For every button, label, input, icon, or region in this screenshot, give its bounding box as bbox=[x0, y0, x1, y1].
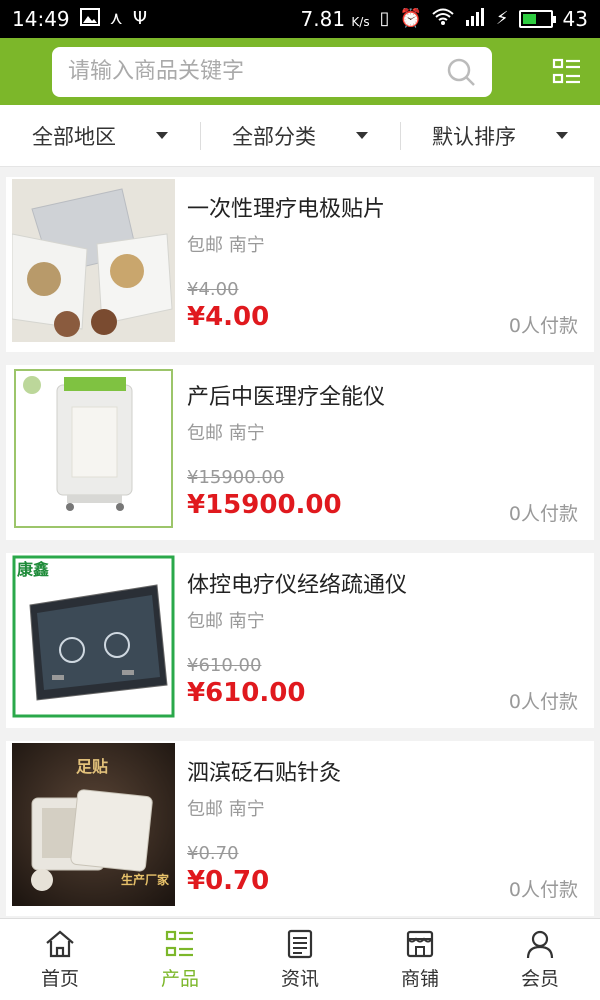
product-paid-count: 0人付款 bbox=[508, 691, 578, 713]
nav-member[interactable]: 会员 bbox=[480, 919, 600, 1000]
product-title: 产后中医理疗全能仪 bbox=[187, 385, 386, 410]
product-title: 泗滨砭石贴针灸 bbox=[187, 761, 342, 786]
caret-down-icon bbox=[156, 132, 168, 139]
nav-news[interactable]: 资讯 bbox=[240, 919, 360, 1000]
product-image-brand: 康鑫 bbox=[17, 560, 50, 579]
product-image: 康鑫 bbox=[12, 555, 175, 718]
nav-products-label: 产品 bbox=[160, 968, 199, 990]
vibrate-icon: ▯ bbox=[379, 8, 390, 29]
product-original-price: ¥610.00 bbox=[187, 655, 262, 676]
nav-home-label: 首页 bbox=[40, 968, 79, 990]
product-image bbox=[12, 179, 175, 342]
product-shipping: 包邮 南宁 bbox=[187, 235, 265, 256]
search-input[interactable] bbox=[68, 59, 446, 84]
news-icon bbox=[287, 929, 313, 959]
product-paid-count: 0人付款 bbox=[508, 315, 578, 337]
signal-icon bbox=[464, 8, 486, 30]
battery-icon bbox=[518, 10, 556, 28]
search-icon[interactable] bbox=[446, 57, 476, 87]
filter-bar: 全部地区 全部分类 默认排序 bbox=[0, 105, 600, 167]
status-time: 14:49 bbox=[12, 7, 70, 31]
home-icon bbox=[46, 930, 74, 958]
caret-down-icon bbox=[356, 132, 368, 139]
user-icon bbox=[526, 930, 554, 959]
filter-sort-label: 默认排序 bbox=[432, 124, 516, 149]
header bbox=[0, 38, 600, 105]
battery-level: 43 bbox=[562, 7, 588, 31]
product-card[interactable]: 足贴 生产厂家 泗滨砭石贴针灸 包邮 南宁 ¥0.70 ¥0.70 0人付款 bbox=[6, 741, 594, 916]
product-card[interactable]: 产后中医理疗全能仪 包邮 南宁 ¥15900.00 ¥15900.00 0人付款 bbox=[6, 365, 594, 540]
product-image-caption: 足贴 bbox=[76, 757, 109, 776]
bottom-nav: 首页 产品 资讯 商铺 会员 bbox=[0, 918, 600, 1000]
nav-member-label: 会员 bbox=[520, 968, 559, 990]
product-image: 足贴 生产厂家 bbox=[12, 743, 175, 906]
product-image bbox=[12, 367, 175, 530]
filter-sort[interactable]: 默认排序 bbox=[400, 116, 600, 156]
category-menu-icon[interactable] bbox=[552, 57, 582, 87]
filter-category-label: 全部分类 bbox=[232, 124, 316, 149]
product-shipping: 包邮 南宁 bbox=[187, 611, 265, 632]
product-original-price: ¥4.00 bbox=[187, 279, 239, 300]
caret-down-icon bbox=[556, 132, 568, 139]
filter-category[interactable]: 全部分类 bbox=[200, 116, 400, 156]
product-card[interactable]: 一次性理疗电极贴片 包邮 南宁 ¥4.00 ¥4.00 0人付款 bbox=[6, 177, 594, 352]
network-speed: 7.81 K/s bbox=[300, 7, 370, 31]
nav-home[interactable]: 首页 bbox=[0, 919, 120, 1000]
nav-products[interactable]: 产品 bbox=[120, 919, 240, 1000]
nav-store-label: 商铺 bbox=[400, 968, 439, 990]
product-paid-count: 0人付款 bbox=[508, 503, 578, 525]
store-icon bbox=[406, 930, 434, 958]
search-box[interactable] bbox=[52, 46, 492, 97]
product-original-price: ¥0.70 bbox=[187, 843, 239, 864]
product-list: 一次性理疗电极贴片 包邮 南宁 ¥4.00 ¥4.00 0人付款 产后中医理疗全… bbox=[0, 177, 600, 929]
product-shipping: 包邮 南宁 bbox=[187, 423, 265, 444]
product-title: 体控电疗仪经络疏通仪 bbox=[187, 573, 408, 598]
charging-icon: ⚡ bbox=[495, 8, 509, 29]
grid-list-icon bbox=[165, 930, 193, 957]
share-icon: ⋏ bbox=[109, 8, 123, 29]
product-title: 一次性理疗电极贴片 bbox=[187, 197, 386, 222]
status-bar: 14:49 ⋏ Ψ 7.81 K/s ▯ ⏰ ⚡ 43 bbox=[0, 0, 600, 38]
product-paid-count: 0人付款 bbox=[508, 879, 578, 901]
usb-icon: Ψ bbox=[132, 8, 147, 29]
product-card[interactable]: 康鑫 体控电疗仪经络疏通仪 包邮 南宁 ¥610.00 ¥610.00 0人付款 bbox=[6, 553, 594, 728]
product-original-price: ¥15900.00 bbox=[187, 467, 285, 488]
product-shipping: 包邮 南宁 bbox=[187, 799, 265, 820]
alarm-icon: ⏰ bbox=[399, 8, 422, 29]
wifi-icon bbox=[432, 8, 454, 30]
product-image-tag: 生产厂家 bbox=[120, 873, 169, 887]
image-icon bbox=[79, 8, 100, 30]
nav-news-label: 资讯 bbox=[280, 968, 319, 990]
nav-store[interactable]: 商铺 bbox=[360, 919, 480, 1000]
filter-region-label: 全部地区 bbox=[32, 124, 116, 149]
filter-region[interactable]: 全部地区 bbox=[0, 116, 200, 156]
